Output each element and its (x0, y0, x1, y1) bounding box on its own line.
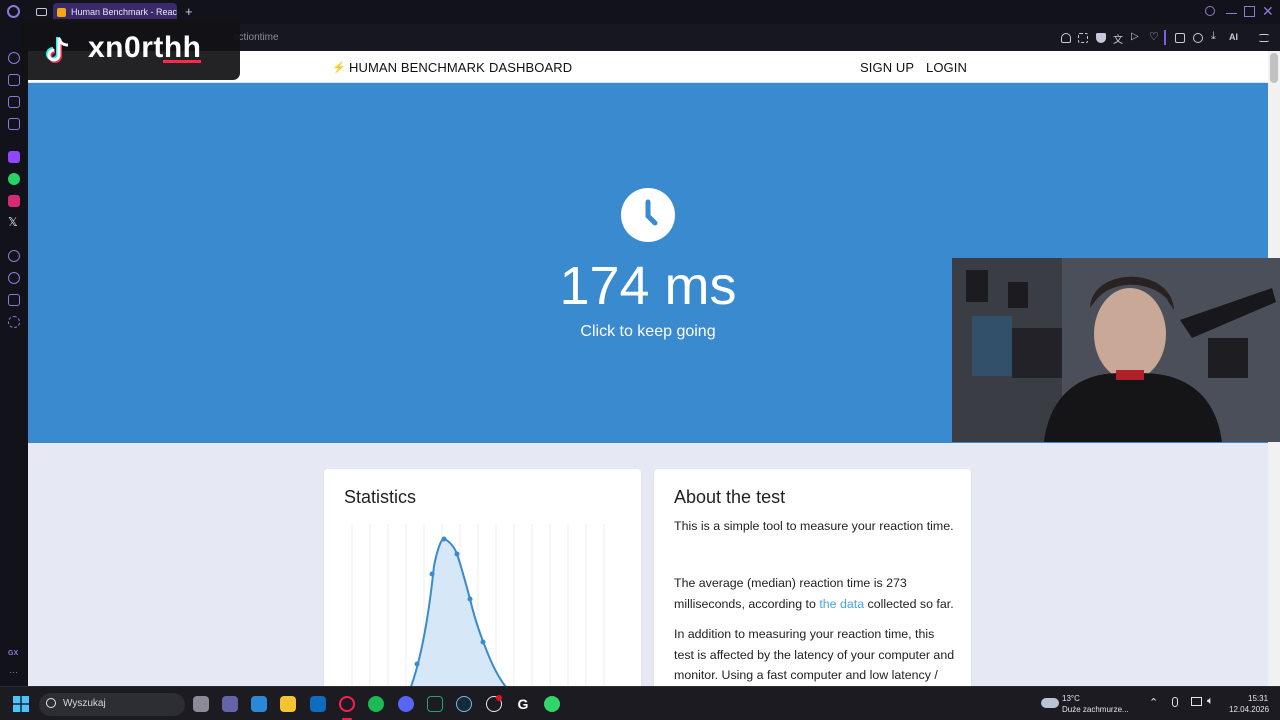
sidebar-mail-icon[interactable] (8, 118, 20, 130)
profile-icon[interactable] (1193, 33, 1203, 43)
the-data-link[interactable]: the data (819, 597, 864, 611)
ai-label: AI (1229, 32, 1238, 42)
toolbar-divider (1164, 30, 1166, 45)
tab-search-icon[interactable] (1205, 6, 1215, 16)
weather-cloud-icon[interactable] (1041, 698, 1059, 708)
maximize-icon[interactable] (1244, 6, 1255, 17)
adblock-shield-icon[interactable] (1096, 33, 1106, 43)
minimize-icon[interactable] (1226, 6, 1237, 14)
spotify-icon[interactable] (368, 696, 384, 712)
nav-signup-link[interactable]: SIGN UP (860, 60, 914, 75)
page-scrollbar-thumb[interactable] (1270, 53, 1278, 83)
screenshot-icon[interactable] (1078, 33, 1088, 43)
browser-sidebar: 𝕏 GX ··· (0, 24, 28, 686)
about-title: About the test (674, 487, 786, 507)
excel-icon[interactable] (427, 696, 443, 712)
sidebar-x-icon[interactable]: 𝕏 (8, 215, 20, 229)
sidebar-settings-icon[interactable] (8, 316, 20, 328)
nav-login-link[interactable]: LOGIN (926, 60, 967, 75)
tray-overflow-icon[interactable]: ⌃ (1149, 696, 1158, 709)
heart-icon[interactable]: ♡ (1149, 30, 1159, 43)
play-icon[interactable]: ▷ (1131, 31, 1141, 42)
sidebar-ai-icon[interactable] (8, 52, 20, 64)
sidebar-cleaner-icon[interactable] (8, 74, 20, 86)
sidebar-gallery-icon[interactable] (8, 96, 20, 108)
steam-icon[interactable] (456, 696, 472, 712)
extensions-icon[interactable] (1175, 33, 1185, 43)
file-explorer-icon[interactable] (280, 696, 296, 712)
tiktok-icon (46, 37, 69, 63)
statistics-title: Statistics (344, 487, 417, 507)
opera-gx-taskbar-icon[interactable] (339, 696, 355, 712)
sidebar-history-icon[interactable] (8, 272, 20, 284)
close-icon[interactable]: ✕ (1262, 3, 1274, 20)
menu-icon[interactable] (1259, 34, 1269, 42)
volume-icon[interactable]: 🔈︎ (1207, 695, 1214, 708)
statistics-card: Statistics (324, 469, 641, 699)
sidebar-extensions-icon[interactable] (8, 294, 20, 306)
tiktok-accent-bar (163, 60, 201, 63)
sidebar-twitch-icon[interactable] (8, 151, 20, 163)
clock-date[interactable]: 12.04.2026 (1229, 705, 1269, 714)
clock-time[interactable]: 15:31 (1248, 694, 1268, 703)
network-icon[interactable] (1191, 697, 1202, 706)
opera-logo-icon[interactable] (7, 5, 20, 18)
new-tab-button[interactable]: + (185, 4, 193, 19)
ai-button[interactable]: AI (1229, 32, 1238, 42)
sidebar-gx-label[interactable]: GX (8, 650, 18, 657)
discord-icon[interactable] (398, 696, 414, 712)
tiktok-overlay: xn0rthh (22, 19, 240, 80)
teams-icon[interactable] (222, 696, 238, 712)
microphone-icon[interactable] (1172, 697, 1178, 707)
distribution-chart (351, 524, 605, 699)
webcam-feed (952, 258, 1280, 442)
taskbar-search[interactable]: Wyszukaj (39, 693, 185, 716)
about-card: About the test This is a simple tool to … (654, 469, 971, 699)
mail-icon[interactable] (310, 696, 326, 712)
about-paragraph-2: The average (median) reaction time is 27… (674, 573, 956, 614)
about-p2-tail: collected so far. (864, 596, 954, 611)
telegram-icon[interactable] (544, 696, 560, 712)
translate-icon[interactable]: 文 (1113, 31, 1123, 46)
notification-dot (496, 695, 502, 701)
pin-icon[interactable] (1061, 33, 1071, 43)
logitech-icon[interactable]: G (515, 696, 531, 712)
weather-temperature[interactable]: 13°C (1062, 694, 1080, 703)
bolt-icon: ⚡ (332, 62, 346, 74)
nav-brand-link[interactable]: HUMAN BENCHMARK (349, 60, 485, 75)
sidebar-instagram-icon[interactable] (8, 195, 20, 207)
nav-dashboard-link[interactable]: DASHBOARD (489, 60, 572, 75)
search-placeholder: Wyszukaj (63, 698, 106, 709)
sidebar-more-icon[interactable]: ··· (9, 667, 18, 677)
windows-start-icon[interactable] (13, 696, 29, 712)
weather-description[interactable]: Duże zachmurze... (1062, 705, 1129, 714)
info-section: Statistics About the test This is a simp… (28, 443, 1268, 699)
task-view-icon[interactable] (193, 696, 209, 712)
about-paragraph-1: This is a simple tool to measure your re… (674, 519, 954, 533)
store-icon[interactable] (251, 696, 267, 712)
clock-icon (621, 188, 675, 242)
windows-taskbar: Wyszukaj G 13°C Duże zachmurze... ⌃ 🔈︎ 1… (0, 686, 1280, 720)
webcam-overlay (952, 258, 1280, 442)
sidebar-whatsapp-icon[interactable] (8, 173, 20, 185)
workspaces-icon[interactable] (36, 8, 47, 16)
download-icon[interactable]: ⤓ (1211, 30, 1221, 42)
sidebar-player-icon[interactable] (8, 250, 20, 262)
human-benchmark-favicon-icon (57, 8, 66, 17)
search-icon (46, 698, 56, 708)
tab-title: Human Benchmark - Reac (71, 7, 177, 17)
